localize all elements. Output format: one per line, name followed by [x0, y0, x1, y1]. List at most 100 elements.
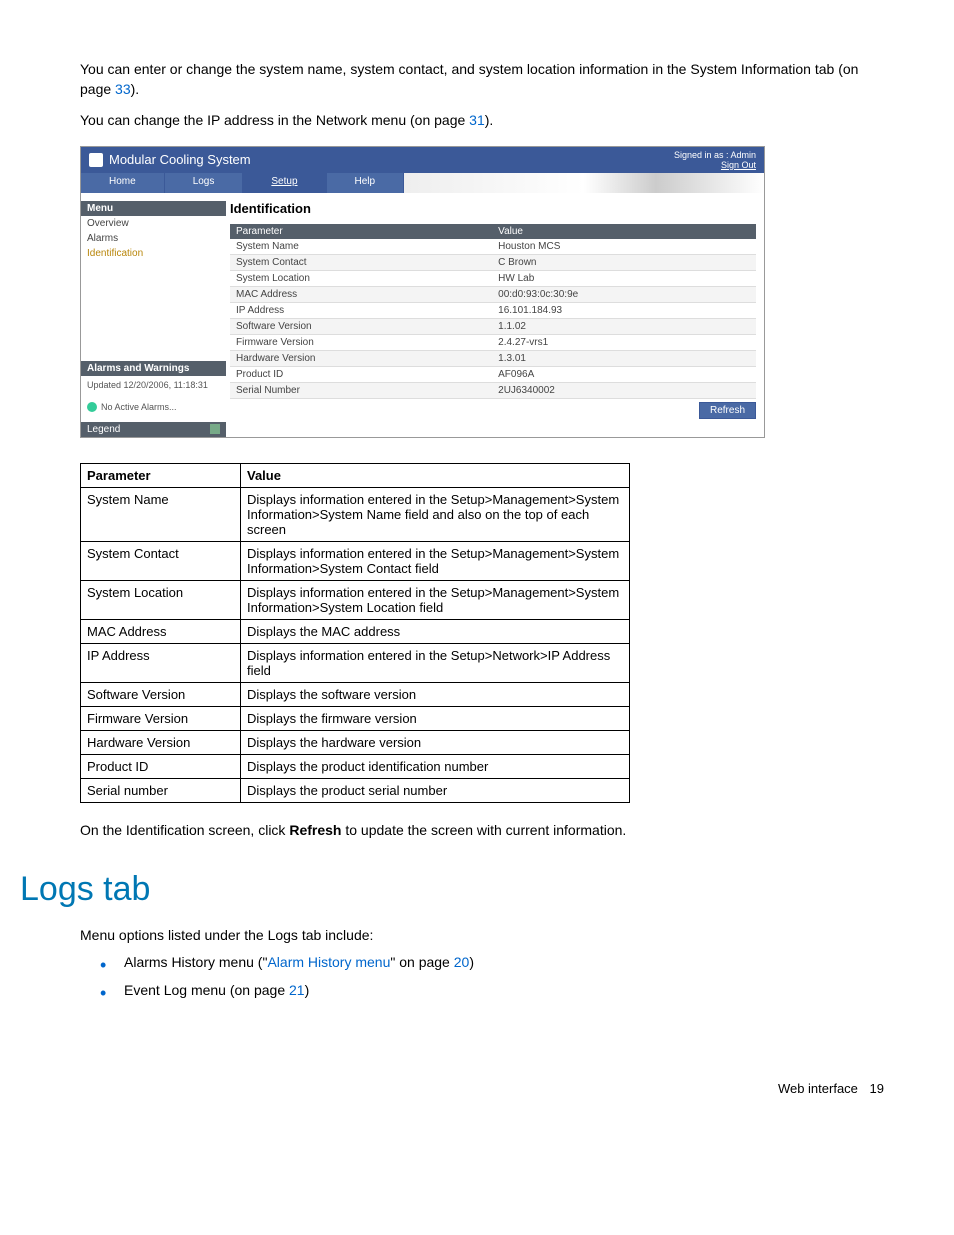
footer-page-number: 19	[870, 1081, 884, 1096]
cell-param: System Name	[230, 239, 492, 255]
footer-section: Web interface	[778, 1081, 858, 1096]
cell-param: Firmware Version	[230, 334, 492, 350]
no-active-alarms: No Active Alarms...	[101, 402, 177, 412]
sign-out-link[interactable]: Sign Out	[674, 160, 756, 170]
tab-help[interactable]: Help	[327, 173, 405, 193]
logs-intro-text: Menu options listed under the Logs tab i…	[80, 927, 884, 943]
th-value: Value	[241, 463, 630, 487]
legend-label: Legend	[87, 424, 120, 435]
cell-value: Houston MCS	[492, 239, 756, 255]
cell-param: Product ID	[230, 366, 492, 382]
cell-param: Product ID	[81, 754, 241, 778]
expand-icon	[210, 424, 220, 434]
table-row: System NameDisplays information entered …	[81, 487, 630, 541]
cell-value: Displays the firmware version	[241, 706, 630, 730]
cell-param: MAC Address	[230, 286, 492, 302]
signed-in-label: Signed in as : Admin	[674, 150, 756, 160]
cell-value: Displays information entered in the Setu…	[241, 643, 630, 682]
cell-value: 2UJ6340002	[492, 382, 756, 398]
table-row: System LocationDisplays information ente…	[81, 580, 630, 619]
nav-banner: Home Logs Setup Help	[81, 173, 764, 193]
table-row: System ContactDisplays information enter…	[81, 541, 630, 580]
cell-value: 00:d0:93:0c:30:9e	[492, 286, 756, 302]
page-footer: Web interface 19	[80, 1081, 884, 1096]
page-link-31[interactable]: 31	[469, 112, 485, 128]
cell-value: Displays information entered in the Setu…	[241, 580, 630, 619]
cell-param: Firmware Version	[81, 706, 241, 730]
cell-value: Displays the product serial number	[241, 778, 630, 802]
cell-value: Displays the software version	[241, 682, 630, 706]
cell-param: MAC Address	[81, 619, 241, 643]
cell-param: System Contact	[230, 254, 492, 270]
app-titlebar: Modular Cooling System Signed in as : Ad…	[81, 147, 764, 173]
table-row: System NameHouston MCS	[230, 239, 756, 255]
table-row: Hardware VersionDisplays the hardware ve…	[81, 730, 630, 754]
intro-text: ).	[485, 112, 494, 128]
cell-param: System Location	[81, 580, 241, 619]
alarms-updated: Updated 12/20/2006, 11:18:31	[87, 380, 220, 390]
cell-param: Software Version	[230, 318, 492, 334]
tab-home[interactable]: Home	[81, 173, 165, 193]
cell-value: 2.4.27-vrs1	[492, 334, 756, 350]
banner-graphic	[404, 173, 764, 193]
cell-value: 16.101.184.93	[492, 302, 756, 318]
cell-param: IP Address	[230, 302, 492, 318]
cell-value: Displays the MAC address	[241, 619, 630, 643]
table-row: Hardware Version1.3.01	[230, 350, 756, 366]
cell-value: Displays information entered in the Setu…	[241, 487, 630, 541]
table-row: Product IDDisplays the product identific…	[81, 754, 630, 778]
table-row: Product IDAF096A	[230, 366, 756, 382]
intro-text: You can enter or change the system name,…	[80, 61, 858, 97]
th-parameter: Parameter	[230, 224, 492, 239]
identification-table: Parameter Value System NameHouston MCSSy…	[230, 224, 756, 399]
cell-value: AF096A	[492, 366, 756, 382]
after-table-text: On the Identification screen, click Refr…	[80, 821, 884, 841]
table-row: Firmware Version2.4.27-vrs1	[230, 334, 756, 350]
page-link-33[interactable]: 33	[115, 81, 131, 97]
refresh-bold: Refresh	[289, 822, 341, 838]
legend-bar[interactable]: Legend	[81, 422, 226, 437]
table-row: Firmware VersionDisplays the firmware ve…	[81, 706, 630, 730]
page-link-20[interactable]: 20	[454, 954, 470, 970]
tab-setup[interactable]: Setup	[243, 173, 326, 193]
page-link-21[interactable]: 21	[289, 982, 305, 998]
table-row: System LocationHW Lab	[230, 270, 756, 286]
table-row: IP Address16.101.184.93	[230, 302, 756, 318]
table-row: MAC AddressDisplays the MAC address	[81, 619, 630, 643]
hp-logo-icon	[89, 153, 103, 167]
cell-value: Displays information entered in the Setu…	[241, 541, 630, 580]
cell-param: System Contact	[81, 541, 241, 580]
status-ok-icon	[87, 402, 97, 412]
th-parameter: Parameter	[81, 463, 241, 487]
intro-text: You can change the IP address in the Net…	[80, 112, 469, 128]
app-title: Modular Cooling System	[109, 152, 251, 167]
cell-value: Displays the product identification numb…	[241, 754, 630, 778]
parameter-description-table: Parameter Value System NameDisplays info…	[80, 463, 630, 803]
table-row: Software VersionDisplays the software ve…	[81, 682, 630, 706]
sidebar-item-overview[interactable]: Overview	[81, 216, 226, 231]
cell-param: Hardware Version	[230, 350, 492, 366]
cell-param: Serial number	[81, 778, 241, 802]
page-heading: Identification	[230, 201, 756, 216]
table-row: MAC Address00:d0:93:0c:30:9e	[230, 286, 756, 302]
cell-value: C Brown	[492, 254, 756, 270]
cell-param: System Location	[230, 270, 492, 286]
refresh-button[interactable]: Refresh	[699, 402, 756, 419]
tab-logs[interactable]: Logs	[165, 173, 244, 193]
alarms-header: Alarms and Warnings	[81, 361, 226, 376]
logs-menu-list: Alarms History menu ("Alarm History menu…	[80, 953, 884, 1000]
alarm-history-link[interactable]: Alarm History menu	[267, 954, 390, 970]
table-row: Serial Number2UJ6340002	[230, 382, 756, 398]
table-row: Serial numberDisplays the product serial…	[81, 778, 630, 802]
table-row: Software Version1.1.02	[230, 318, 756, 334]
list-item: Event Log menu (on page 21)	[100, 981, 884, 1001]
table-row: System ContactC Brown	[230, 254, 756, 270]
sidebar-item-identification[interactable]: Identification	[81, 246, 226, 261]
sidebar-item-alarms[interactable]: Alarms	[81, 231, 226, 246]
cell-value: 1.3.01	[492, 350, 756, 366]
cell-value: 1.1.02	[492, 318, 756, 334]
cell-value: HW Lab	[492, 270, 756, 286]
table-row: IP AddressDisplays information entered i…	[81, 643, 630, 682]
nav-tabs: Home Logs Setup Help	[81, 173, 404, 193]
logs-tab-heading: Logs tab	[20, 870, 884, 909]
